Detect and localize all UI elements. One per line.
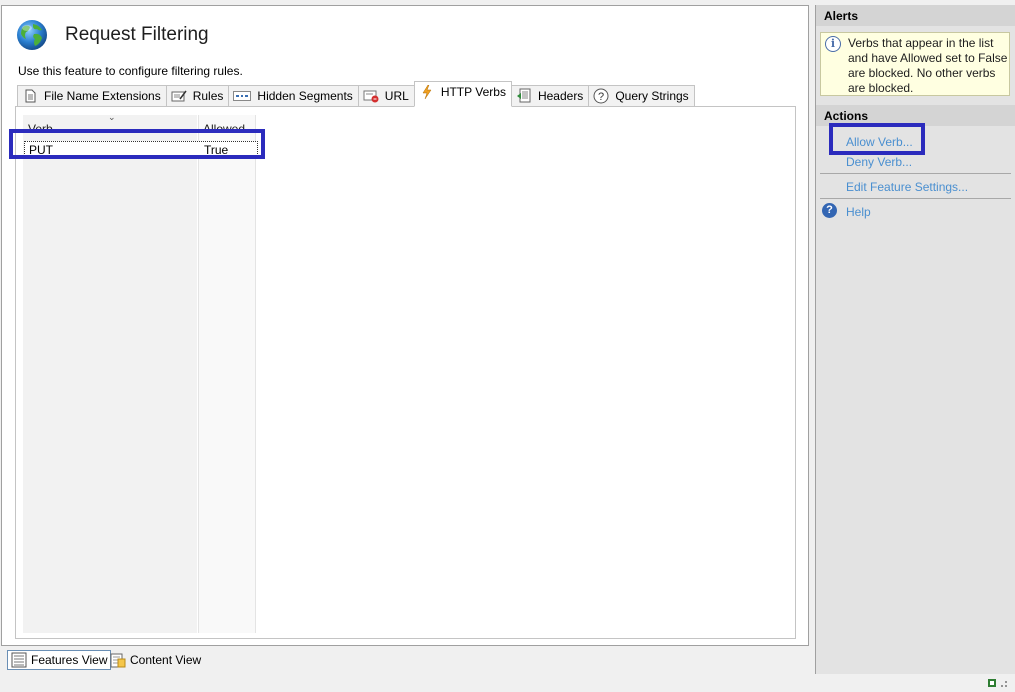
- url-icon: [363, 88, 379, 104]
- tab-http-verbs[interactable]: HTTP Verbs: [413, 81, 512, 107]
- edit-feature-settings-link[interactable]: Edit Feature Settings...: [846, 180, 968, 194]
- help-icon: ?: [822, 203, 837, 218]
- tab-headers[interactable]: Headers: [510, 85, 590, 107]
- tab-label: URL: [384, 89, 409, 103]
- content-view-label: Content View: [130, 653, 202, 667]
- content-view-icon: [110, 653, 126, 668]
- verb-column: [23, 115, 197, 633]
- headers-icon: [516, 88, 532, 104]
- highlight-box-allow: [829, 123, 925, 155]
- alert-message: Verbs that appear in the list and have A…: [848, 36, 1008, 95]
- alerts-header: Alerts: [816, 5, 1015, 26]
- tab-label: Hidden Segments: [257, 89, 353, 103]
- features-view-icon: [11, 652, 27, 668]
- lightning-icon: [419, 84, 435, 100]
- tab-label: HTTP Verbs: [440, 85, 506, 99]
- tab-bar: File Name Extensions Rules Hidden Segmen…: [17, 81, 695, 107]
- tab-query-strings[interactable]: ? Query Strings: [588, 85, 695, 107]
- content-view-button[interactable]: Content View: [107, 650, 204, 670]
- alert-box: i Verbs that appear in the list and have…: [820, 32, 1010, 96]
- divider: [820, 173, 1011, 174]
- segments-icon: [233, 88, 252, 104]
- highlight-box-row: [9, 129, 265, 159]
- tab-rules[interactable]: Rules: [165, 85, 230, 107]
- tab-label: Rules: [192, 89, 224, 103]
- svg-text:?: ?: [598, 91, 604, 103]
- tab-url[interactable]: URL: [357, 85, 415, 107]
- allowed-column: [198, 115, 256, 633]
- verbs-list[interactable]: ⌄ Verb Allowed PUT True: [15, 106, 796, 639]
- sort-arrow-icon: ⌄: [108, 112, 116, 122]
- features-view-label: Features View: [31, 653, 108, 667]
- main-panel: Request Filtering Use this feature to co…: [1, 5, 809, 646]
- status-icon: [987, 677, 1009, 692]
- edit-icon: [171, 88, 187, 104]
- help-link[interactable]: Help: [846, 205, 871, 219]
- document-icon: [22, 88, 38, 104]
- tab-label: File Name Extensions: [44, 89, 161, 103]
- features-view-button[interactable]: Features View: [7, 650, 112, 670]
- divider: [820, 198, 1011, 199]
- page-title: Request Filtering: [65, 24, 209, 45]
- info-icon: i: [825, 36, 841, 52]
- tab-file-name-extensions[interactable]: File Name Extensions: [17, 85, 167, 107]
- page-description: Use this feature to configure filtering …: [18, 64, 243, 78]
- question-icon: ?: [593, 88, 609, 104]
- actions-pane: Alerts i Verbs that appear in the list a…: [815, 5, 1015, 674]
- globe-icon: [17, 20, 47, 50]
- tab-hidden-segments[interactable]: Hidden Segments: [228, 85, 359, 107]
- tab-label: Headers: [537, 89, 584, 103]
- deny-verb-link[interactable]: Deny Verb...: [846, 155, 912, 169]
- tab-label: Query Strings: [615, 89, 689, 103]
